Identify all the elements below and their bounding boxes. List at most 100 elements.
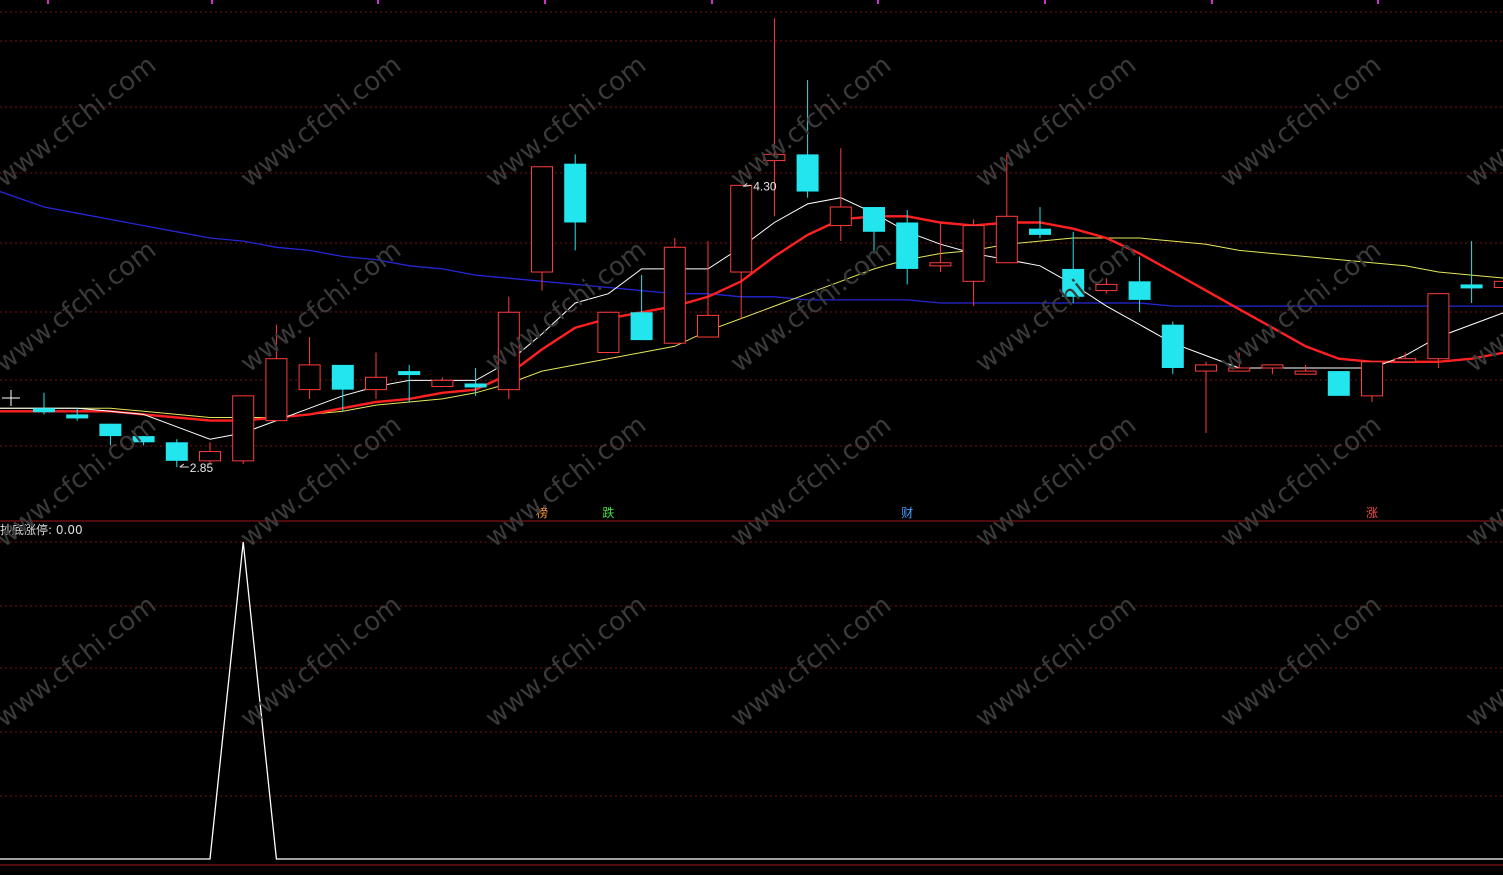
candle	[597, 311, 620, 354]
candle-body	[66, 414, 89, 419]
candle-body	[331, 364, 354, 390]
candle	[1294, 364, 1317, 375]
candle	[663, 237, 686, 344]
candlestick-chart: 4.30 2.85 榜 跌 财 涨	[0, 0, 1503, 866]
signal-marker: 跌	[602, 505, 614, 520]
candle-body	[1460, 284, 1483, 289]
candle-body	[796, 154, 819, 192]
candle	[165, 439, 188, 468]
candle	[1394, 352, 1417, 363]
signal-marker: 榜	[536, 505, 548, 520]
candle-body	[1261, 364, 1284, 369]
candle-body	[564, 163, 587, 223]
candle-body	[863, 207, 885, 232]
candle-body	[1294, 370, 1317, 375]
candle	[1062, 231, 1085, 303]
candle	[863, 207, 885, 254]
candle-body	[1493, 280, 1503, 289]
candle-body	[929, 262, 952, 267]
candle-body	[431, 379, 454, 388]
candle-body	[531, 166, 553, 273]
candle	[1460, 241, 1483, 303]
indicator-line-group	[0, 541, 1503, 860]
candle	[1261, 364, 1284, 375]
candle-body	[1327, 371, 1350, 396]
candle-body	[1228, 367, 1251, 372]
crosshair-cursor-icon	[2, 390, 20, 406]
signal-marker: 财	[901, 506, 913, 520]
candle	[497, 296, 520, 399]
candle-body	[829, 206, 852, 227]
candle	[962, 219, 985, 307]
candle-body	[697, 314, 719, 338]
candle	[298, 337, 321, 399]
signal-marker: 涨	[1366, 505, 1378, 520]
candle-body	[1029, 228, 1051, 235]
candle-body	[763, 153, 786, 162]
candle	[829, 148, 852, 242]
candle-body	[99, 423, 122, 437]
candle-body	[1394, 358, 1417, 363]
indicator-panel-grid	[0, 541, 1503, 866]
candle-body	[1361, 361, 1383, 397]
candle	[99, 423, 122, 446]
candle-body	[1195, 364, 1217, 372]
candle	[331, 364, 354, 412]
indicator-value: 0.00	[55, 523, 83, 537]
candle-body	[1095, 283, 1118, 292]
candle	[1493, 280, 1503, 289]
candle	[564, 154, 587, 251]
candle-body	[265, 358, 288, 422]
candle	[730, 184, 753, 319]
candle	[796, 80, 819, 198]
candle-body	[232, 395, 255, 462]
candle-body	[165, 442, 188, 461]
indicator-line	[0, 541, 1503, 860]
low-label: 2.85	[190, 461, 214, 475]
candle-body	[298, 364, 321, 391]
candle-body	[497, 311, 520, 391]
high-arrow	[742, 182, 752, 187]
candle	[464, 367, 487, 396]
candle	[1427, 293, 1450, 368]
candle-body	[630, 312, 653, 341]
candle	[995, 154, 1018, 264]
candle	[232, 395, 255, 464]
candle-body	[1128, 281, 1151, 300]
candle	[265, 324, 288, 422]
candle-body	[199, 451, 221, 462]
signal-markers: 榜跌财涨	[536, 505, 1378, 520]
candle-body	[962, 225, 985, 282]
candle-body	[995, 215, 1018, 264]
candle-body	[597, 311, 620, 354]
candle	[697, 241, 719, 338]
candle	[1095, 278, 1118, 294]
candle-body	[365, 376, 387, 391]
candle	[365, 352, 387, 399]
candle	[896, 210, 919, 285]
candle	[1195, 361, 1217, 433]
candle	[1327, 371, 1350, 396]
candle	[1228, 352, 1251, 372]
candle	[1161, 321, 1184, 375]
indicator-name: 抄底涨停:	[0, 523, 53, 537]
candle-body	[1062, 268, 1085, 297]
candle-body	[663, 246, 686, 344]
candle-body	[398, 371, 421, 376]
candle	[132, 436, 155, 446]
candle	[630, 275, 653, 341]
candle-body	[464, 383, 487, 388]
candle-body	[132, 436, 155, 443]
candle	[66, 408, 89, 421]
low-arrow	[179, 463, 189, 468]
candle	[33, 392, 55, 415]
candle-body	[1427, 293, 1450, 360]
stock-chart-stage: 4.30 2.85 榜跌财涨 抄底涨停: 0.00 www.cfchi.com ww…	[0, 0, 1503, 870]
candle-body	[896, 222, 919, 269]
candle-body	[1161, 324, 1184, 368]
candle	[431, 377, 454, 388]
candle	[1361, 361, 1383, 403]
high-label: 4.30	[753, 179, 777, 193]
indicator-label: 抄底涨停: 0.00	[0, 521, 83, 538]
candle-body	[33, 408, 55, 413]
